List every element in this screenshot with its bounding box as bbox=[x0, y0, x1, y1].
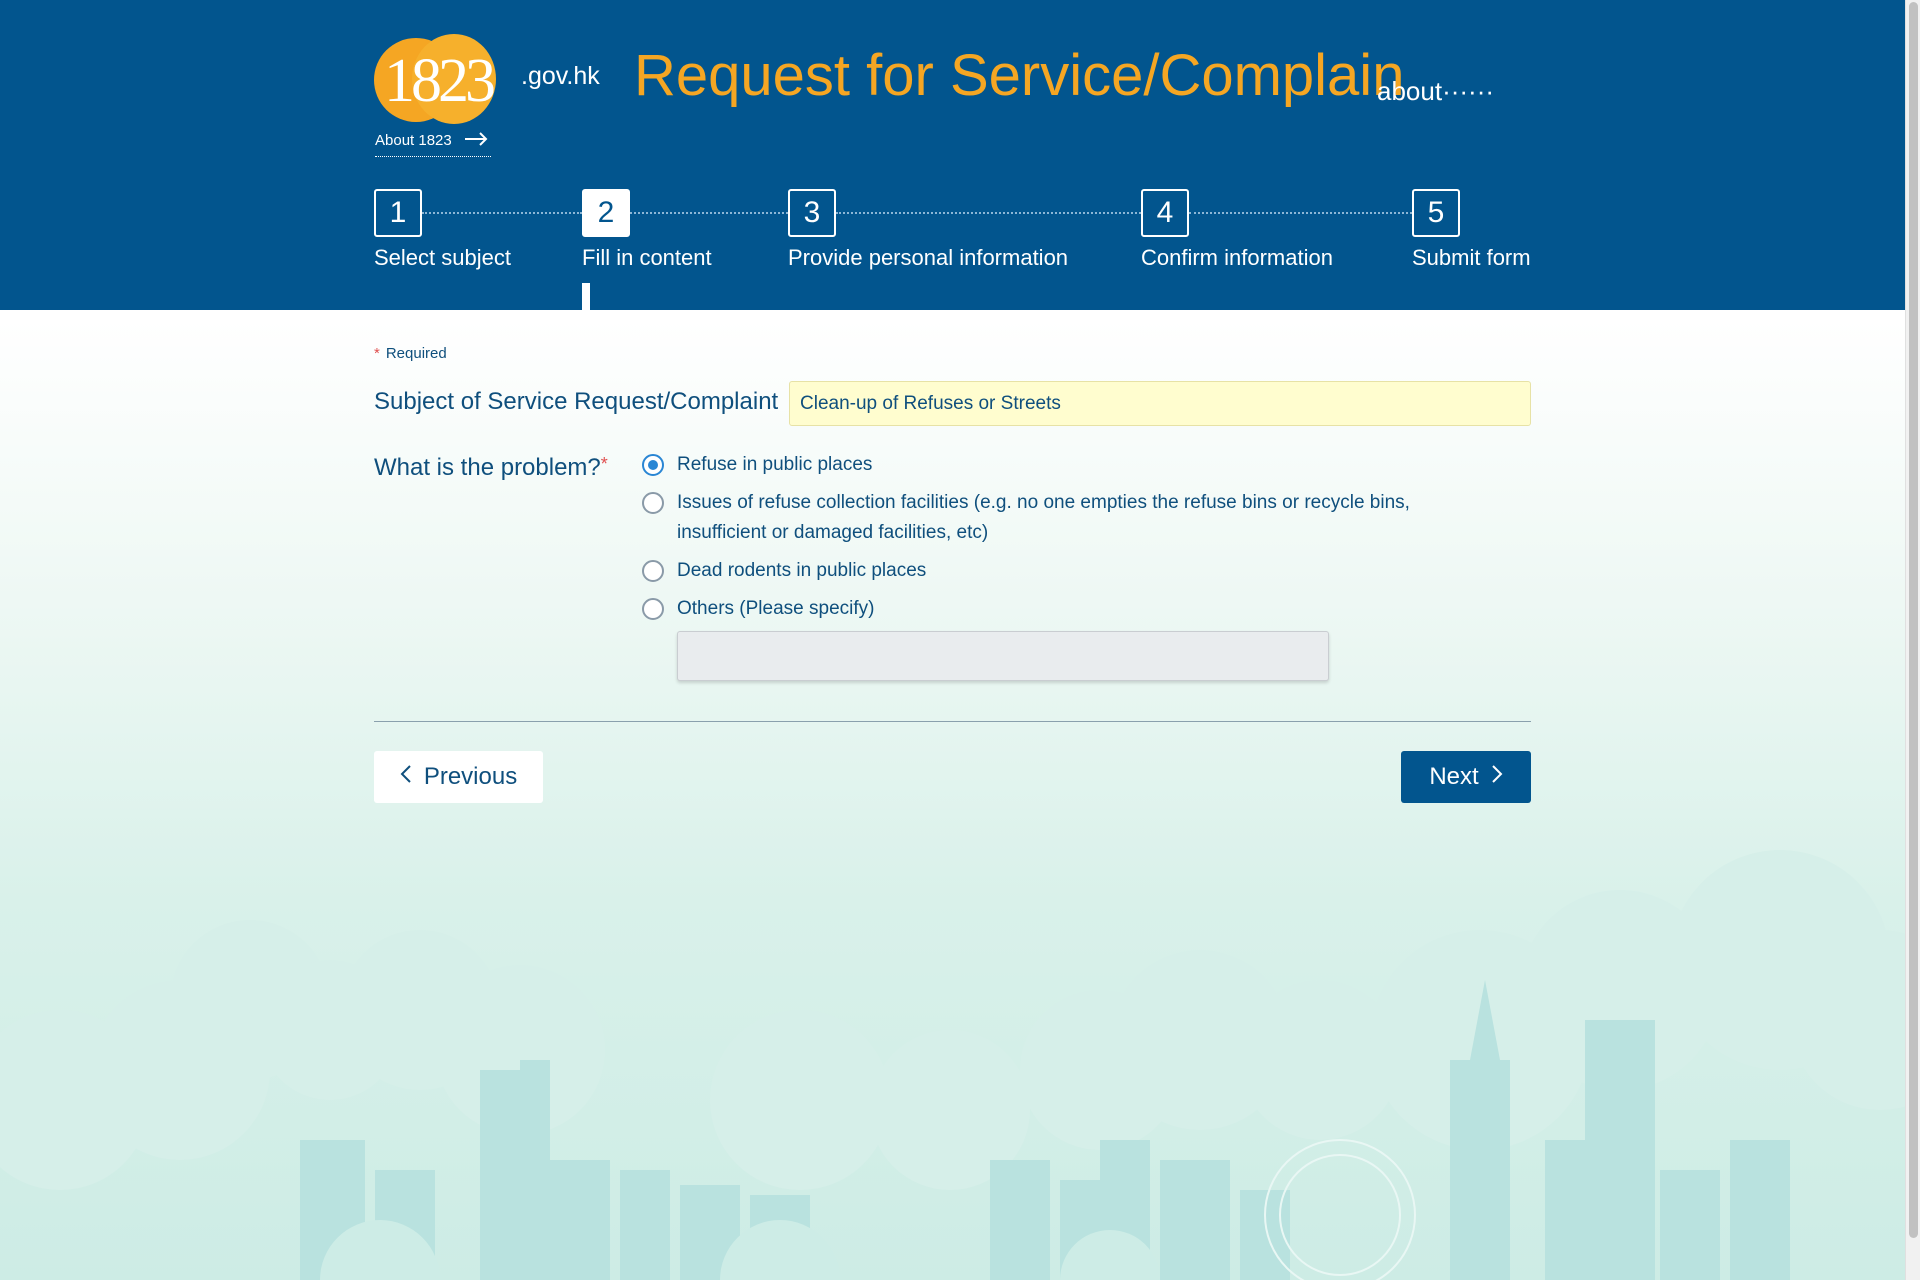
option-label[interactable]: Refuse in public places bbox=[677, 450, 1457, 480]
required-star: * bbox=[374, 345, 380, 362]
step-connector bbox=[836, 212, 1141, 214]
scrollbar-thumb[interactable] bbox=[1909, 2, 1918, 1238]
divider bbox=[374, 721, 1531, 722]
step-number: 5 bbox=[1412, 189, 1460, 237]
radio-dead-rodents[interactable] bbox=[642, 560, 664, 582]
problem-label-text: What is the problem? bbox=[374, 454, 601, 481]
step-3: 3 Provide personal information bbox=[788, 189, 1068, 270]
required-note-text: Required bbox=[385, 345, 447, 362]
step-1: 1 Select subject bbox=[374, 189, 511, 270]
page-subtitle: about······ bbox=[1377, 76, 1495, 106]
step-number: 3 bbox=[788, 189, 836, 237]
current-step-indicator bbox=[582, 283, 590, 310]
step-label: Confirm information bbox=[1141, 245, 1333, 270]
next-label: Next bbox=[1429, 763, 1479, 790]
about-link-label: About 1823 bbox=[375, 132, 452, 149]
radio-refuse-collection-facilities[interactable] bbox=[642, 492, 664, 514]
step-label: Fill in content bbox=[582, 245, 712, 270]
about-1823-link[interactable]: About 1823 bbox=[375, 132, 491, 158]
arrow-right-icon bbox=[464, 132, 488, 150]
step-connector bbox=[630, 212, 788, 214]
logo-1823[interactable]: 1823 bbox=[374, 34, 496, 124]
step-2: 2 Fill in content bbox=[582, 189, 712, 270]
option-label[interactable]: Issues of refuse collection facilities (… bbox=[677, 488, 1457, 548]
subject-label: Subject of Service Request/Complaint bbox=[374, 388, 779, 415]
step-number: 2 bbox=[582, 189, 630, 237]
site-header: 1823 .gov.hk About 1823 Request for Serv… bbox=[0, 0, 1905, 310]
step-number: 1 bbox=[374, 189, 422, 237]
radio-others[interactable] bbox=[642, 598, 664, 620]
others-specify-input[interactable] bbox=[677, 631, 1329, 681]
logo-domain: .gov.hk bbox=[521, 62, 600, 90]
chevron-left-icon bbox=[400, 763, 412, 791]
problem-label: What is the problem?* bbox=[374, 454, 608, 482]
option-label[interactable]: Others (Please specify) bbox=[677, 594, 1457, 624]
vertical-scrollbar[interactable] bbox=[1905, 0, 1920, 1280]
radio-refuse-public-places[interactable] bbox=[642, 454, 664, 476]
logo-text: 1823 bbox=[384, 47, 496, 115]
chevron-right-icon bbox=[1491, 763, 1503, 791]
step-label: Select subject bbox=[374, 245, 511, 270]
option-label[interactable]: Dead rodents in public places bbox=[677, 556, 1457, 586]
required-note: * Required bbox=[374, 345, 447, 362]
step-connector bbox=[1189, 212, 1412, 214]
step-4: 4 Confirm information bbox=[1141, 189, 1333, 270]
required-star: * bbox=[600, 454, 608, 474]
step-number: 4 bbox=[1141, 189, 1189, 237]
city-skyline-illustration bbox=[0, 850, 1905, 1280]
subject-field: Clean-up of Refuses or Streets bbox=[789, 381, 1531, 426]
step-label: Provide personal information bbox=[788, 245, 1069, 270]
step-label: Submit form bbox=[1412, 245, 1531, 270]
page-title: Request for Service/Complain bbox=[634, 43, 1405, 108]
previous-label: Previous bbox=[423, 763, 518, 790]
step-5: 5 Submit form bbox=[1412, 189, 1531, 270]
step-connector bbox=[422, 212, 582, 214]
previous-button[interactable]: Previous bbox=[374, 751, 543, 803]
next-button[interactable]: Next bbox=[1401, 751, 1531, 803]
